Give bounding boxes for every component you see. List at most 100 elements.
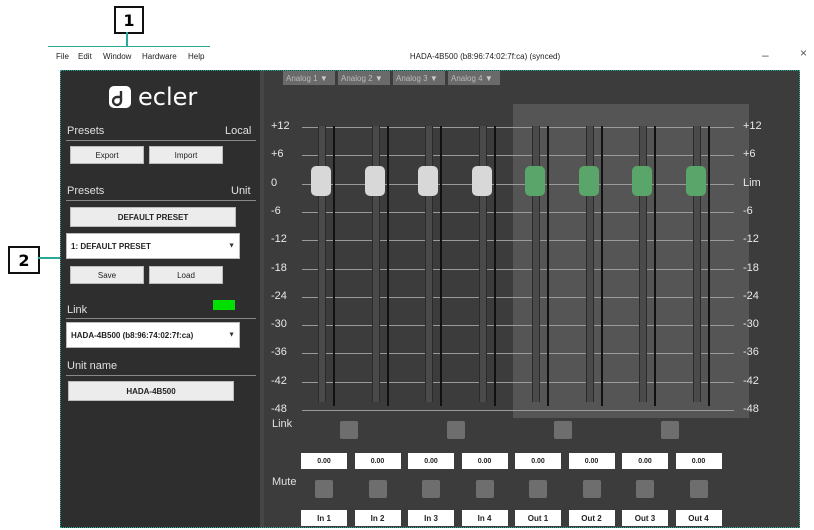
link-toggle[interactable]: [447, 421, 465, 439]
menu-hardware[interactable]: Hardware: [142, 52, 177, 61]
menu-window[interactable]: Window: [103, 52, 131, 61]
gain-value[interactable]: 0.00: [408, 453, 454, 469]
fader-knob[interactable]: [578, 166, 599, 196]
link-status-indicator: [213, 300, 235, 310]
scale-label-right: Lim: [743, 176, 761, 189]
fader-knob[interactable]: [418, 166, 438, 196]
menu-edit[interactable]: Edit: [78, 52, 92, 61]
mute-button[interactable]: [368, 480, 387, 498]
grid-line: [302, 268, 734, 270]
mute-button[interactable]: [689, 480, 708, 498]
link-device-value: HADA-4B500 (b8:96:74:02:7f:ca): [71, 330, 194, 340]
mute-button[interactable]: [422, 480, 440, 498]
mute-button[interactable]: [529, 480, 547, 498]
grid-line: [302, 127, 734, 128]
tab-analog-1[interactable]: Analog 1 ▼: [283, 71, 335, 85]
presets-local-scope: Local: [225, 125, 252, 137]
fader-knob[interactable]: [525, 166, 545, 196]
mute-button[interactable]: [315, 480, 333, 498]
presets-unit-scope: Unit: [231, 185, 251, 197]
tab-analog-2[interactable]: Analog 2 ▼: [338, 71, 390, 85]
presets-local-title: Presets: [67, 125, 105, 137]
ecler-wordmark: ecler: [138, 83, 198, 111]
gain-value[interactable]: 0.00: [622, 453, 668, 469]
callout-2-leader: [38, 257, 60, 259]
grid-line: [302, 381, 734, 383]
gain-value[interactable]: 0.00: [568, 453, 615, 469]
divider: [66, 318, 256, 319]
level-meter: [333, 126, 335, 406]
scale-label-left: -42: [271, 374, 287, 387]
preset-select[interactable]: 1: DEFAULT PRESET ▼: [66, 233, 240, 259]
window-title: HADA-4B500 (b8:96:74:02:7f:ca) (synced): [409, 52, 561, 61]
minimize-button[interactable]: –: [762, 48, 769, 62]
grid-line: [302, 155, 734, 157]
scale-label-right: -30: [743, 318, 759, 331]
grid-line: [302, 353, 734, 355]
scale-label-left: -36: [271, 346, 287, 359]
scale-label-right: -42: [743, 374, 759, 387]
dropdown-arrow-icon: ▼: [228, 331, 235, 339]
level-meter: [600, 126, 603, 406]
mute-button[interactable]: [582, 480, 601, 498]
export-button[interactable]: Export: [70, 146, 144, 164]
link-title: Link: [67, 304, 88, 316]
divider: [66, 140, 256, 141]
scale-label-right: -12: [743, 233, 759, 246]
fader-knob[interactable]: [364, 166, 385, 196]
save-button[interactable]: Save: [70, 266, 144, 284]
load-button[interactable]: Load: [149, 266, 223, 284]
link-toggle[interactable]: [340, 421, 358, 439]
tab-analog-4[interactable]: Analog 4 ▼: [448, 71, 500, 85]
mute-button[interactable]: [475, 480, 494, 498]
fader-knob[interactable]: [685, 166, 706, 196]
dropdown-arrow-icon: ▼: [374, 73, 383, 83]
level-meter: [654, 126, 656, 406]
scale-label-right: -24: [743, 289, 759, 302]
fader-knob[interactable]: [632, 166, 652, 196]
menu-file[interactable]: File: [56, 52, 69, 61]
presets-unit-title: Presets: [67, 185, 105, 197]
gain-value[interactable]: 0.00: [461, 453, 508, 469]
scale-label-left: -30: [271, 318, 287, 331]
unit-name-field[interactable]: HADA-4B500: [68, 381, 234, 401]
gain-value[interactable]: 0.00: [354, 453, 401, 469]
callout-1: 1: [114, 6, 144, 34]
dropdown-arrow-icon: ▼: [484, 73, 493, 83]
scale-label-right: +12: [743, 120, 762, 132]
fader-knob[interactable]: [471, 166, 492, 196]
channel-label: In 2: [354, 510, 401, 526]
scale-label-left: +12: [271, 120, 290, 132]
link-toggle[interactable]: [554, 421, 572, 439]
scale-label-left: -18: [271, 261, 287, 274]
close-button[interactable]: ×: [800, 46, 807, 60]
menu-help[interactable]: Help: [188, 52, 204, 61]
ecler-mark-icon: [109, 86, 131, 108]
tab-analog-3[interactable]: Analog 3 ▼: [393, 71, 445, 85]
gain-value[interactable]: 0.00: [675, 453, 722, 469]
default-preset-button[interactable]: DEFAULT PRESET: [70, 207, 236, 227]
grid-line: [302, 410, 734, 411]
grid-line: [302, 325, 734, 327]
fader-knob[interactable]: [311, 166, 331, 196]
import-button[interactable]: Import: [149, 146, 223, 164]
callout-1-leader: [126, 32, 128, 46]
gain-value[interactable]: 0.00: [301, 453, 347, 469]
scale-label-right: -48: [743, 403, 759, 415]
scale-label-left: -6: [271, 204, 281, 217]
dropdown-arrow-icon: ▼: [228, 242, 235, 250]
divider: [66, 375, 256, 376]
mute-button[interactable]: [636, 480, 654, 498]
dropdown-arrow-icon: ▼: [319, 73, 328, 83]
link-toggle[interactable]: [661, 421, 679, 439]
scale-label-left: 0: [271, 176, 278, 189]
gain-value[interactable]: 0.00: [515, 453, 561, 469]
level-meter: [386, 126, 389, 406]
channel-label: In 4: [461, 510, 508, 526]
link-device-select[interactable]: HADA-4B500 (b8:96:74:02:7f:ca) ▼: [66, 322, 240, 348]
channel-label: In 3: [408, 510, 454, 526]
grid-line: [302, 296, 734, 298]
scale-label-right: +6: [743, 148, 756, 161]
scale-label-left: -24: [271, 289, 287, 302]
scale-label-left: -48: [271, 403, 287, 415]
